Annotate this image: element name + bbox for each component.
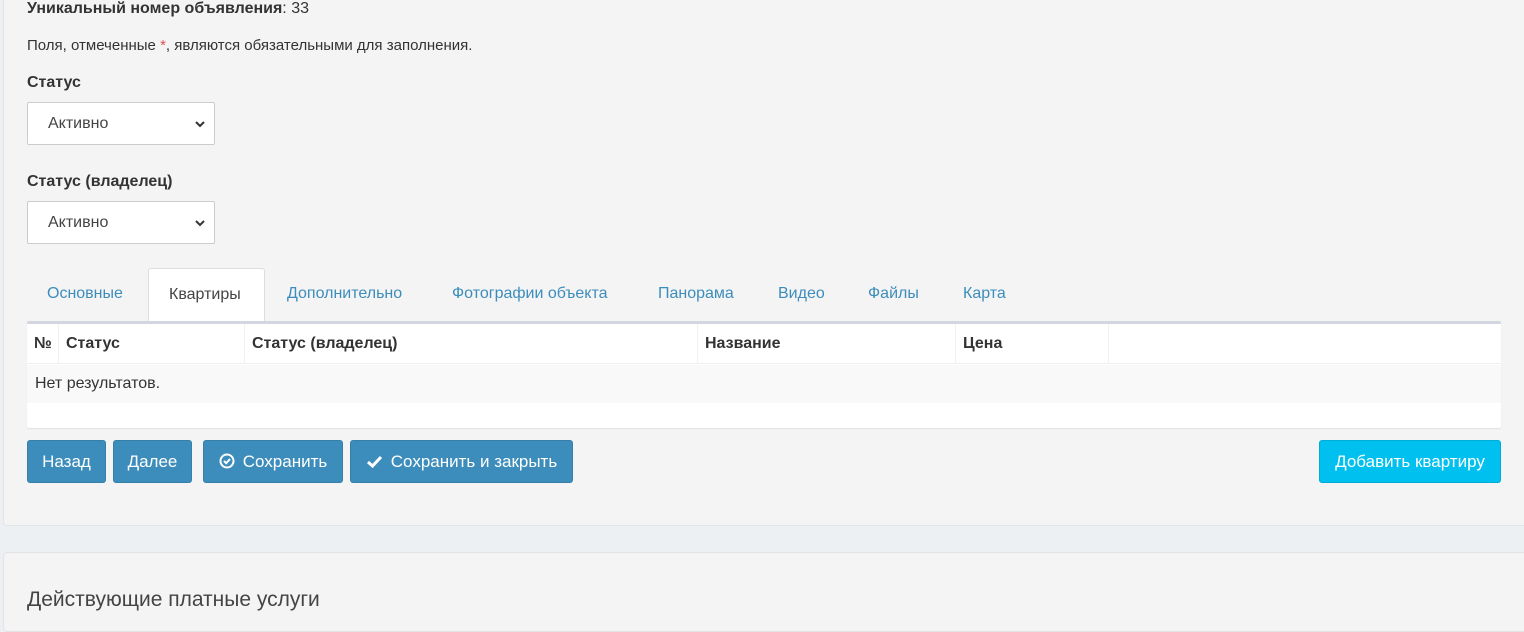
owner-status-select[interactable]: Активно xyxy=(27,201,215,244)
add-apartment-button[interactable]: Добавить квартиру xyxy=(1319,440,1501,483)
table-header: № Статус Статус (владелец) Название Цена xyxy=(27,324,1501,364)
col-price[interactable]: Цена xyxy=(956,324,1109,364)
tabs: Основные Квартиры Дополнительно Фотограф… xyxy=(27,268,1501,322)
chevron-down-icon xyxy=(195,121,205,128)
tab-panorama[interactable]: Панорама xyxy=(638,268,754,322)
owner-status-select-value: Активно xyxy=(48,214,109,231)
save-close-button-label: Сохранить и закрыть xyxy=(390,452,558,471)
required-note-post: , являются обязательными для заполнения. xyxy=(165,37,473,54)
col-status[interactable]: Статус xyxy=(59,324,245,364)
owner-status-label: Статус (владелец) xyxy=(27,173,173,190)
required-note: Поля, отмеченные *, являются обязательны… xyxy=(27,37,472,54)
check-circle-icon xyxy=(219,453,235,469)
tab-video[interactable]: Видео xyxy=(758,268,845,322)
unique-id-value: : 33 xyxy=(282,0,309,17)
tab-main[interactable]: Основные xyxy=(27,268,143,322)
unique-id-line: Уникальный номер объявления: 33 xyxy=(27,0,309,18)
tab-additional[interactable]: Дополнительно xyxy=(267,268,422,322)
services-title: Действующие платные услуги xyxy=(27,588,320,611)
unique-id-label: Уникальный номер объявления xyxy=(27,0,283,17)
required-note-pre: Поля, отмеченные xyxy=(27,37,161,54)
col-actions xyxy=(1109,324,1501,364)
tab-map[interactable]: Карта xyxy=(943,268,1026,322)
status-label: Статус xyxy=(27,74,81,91)
back-button[interactable]: Назад xyxy=(27,440,106,483)
chevron-down-icon xyxy=(195,220,205,227)
save-close-button[interactable]: Сохранить и закрыть xyxy=(350,440,573,483)
status-select-value: Активно xyxy=(48,115,109,132)
col-name[interactable]: Название xyxy=(698,324,956,364)
status-select[interactable]: Активно xyxy=(27,102,215,145)
save-button[interactable]: Сохранить xyxy=(203,440,343,483)
empty-results: Нет результатов. xyxy=(27,365,1501,403)
save-button-label: Сохранить xyxy=(242,452,328,471)
apartments-table: № Статус Статус (владелец) Название Цена… xyxy=(27,321,1501,428)
col-number[interactable]: № xyxy=(27,324,59,364)
tab-apartments[interactable]: Квартиры xyxy=(148,268,265,322)
tab-photos[interactable]: Фотографии объекта xyxy=(432,268,628,322)
check-icon xyxy=(366,455,382,469)
next-button[interactable]: Далее xyxy=(113,440,192,483)
tab-files[interactable]: Файлы xyxy=(848,268,939,322)
col-owner-status[interactable]: Статус (владелец) xyxy=(245,324,698,364)
